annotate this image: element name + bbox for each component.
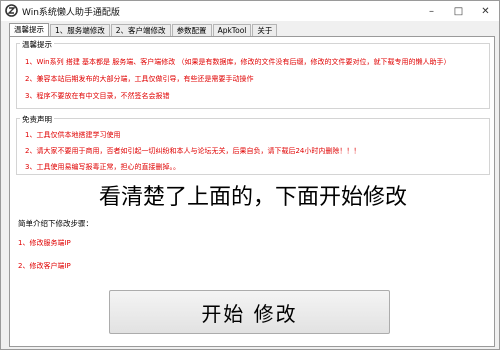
disclaimer-group-title: 免责声明 — [20, 114, 54, 125]
tips-panel: 温馨提示 1、Win系列 搭建 基本都是 服务端、客户端修改 （如果是有数据库，… — [9, 36, 495, 347]
app-logo-icon — [5, 4, 18, 17]
window-controls: – □ ✕ — [418, 1, 499, 21]
tab-bar: 温馨提示 1、服务端修改 2、客户端修改 参数配置 ApkTool 关于 — [9, 23, 278, 37]
disclaimer-group: 免责声明 1、工具仅供本地搭建学习使用 2、请大家不要用于商用，否者如引起一切纠… — [16, 114, 490, 175]
maximize-button[interactable]: □ — [445, 1, 472, 21]
tips-group: 温馨提示 1、Win系列 搭建 基本都是 服务端、客户端修改 （如果是有数据库，… — [16, 39, 490, 109]
app-window: Win系统懒人助手通配版 – □ ✕ 温馨提示 1、服务端修改 2、客户端修改 … — [0, 0, 500, 350]
disclaimer-line-2: 2、请大家不要用于商用，否者如引起一切纠纷和本人与论坛无关，后果自负，请下载后2… — [25, 147, 361, 155]
steps-title: 简单介绍下修改步骤： — [18, 219, 93, 228]
tip-line-2: 2、兼容本站后期发布的大部分端，工具仅做引导，有些还是需要手动操作 — [25, 75, 254, 83]
close-button[interactable]: ✕ — [472, 1, 499, 21]
disclaimer-line-3: 3、工具使用易编写报毒正常，担心的直接删掉。。 — [25, 163, 180, 171]
step-1: 1、修改服务端IP — [18, 239, 71, 247]
tab-tips[interactable]: 温馨提示 — [9, 23, 49, 37]
tips-group-title: 温馨提示 — [20, 39, 54, 50]
tip-line-3: 3、程序不要放在有中文目录，不然签名会报错 — [25, 92, 170, 100]
step-2: 2、修改客户端IP — [18, 262, 71, 270]
window-title: Win系统懒人助手通配版 — [22, 8, 120, 18]
start-button[interactable]: 开始 修改 — [109, 290, 390, 334]
title-bar[interactable]: Win系统懒人助手通配版 – □ ✕ — [1, 1, 499, 21]
disclaimer-line-1: 1、工具仅供本地搭建学习使用 — [25, 131, 121, 139]
notice-text: 看清楚了上面的，下面开始修改 — [98, 185, 407, 210]
minimize-button[interactable]: – — [418, 1, 445, 21]
tip-line-1: 1、Win系列 搭建 基本都是 服务端、客户端修改 （如果是有数据库，修改的文件… — [25, 58, 451, 66]
